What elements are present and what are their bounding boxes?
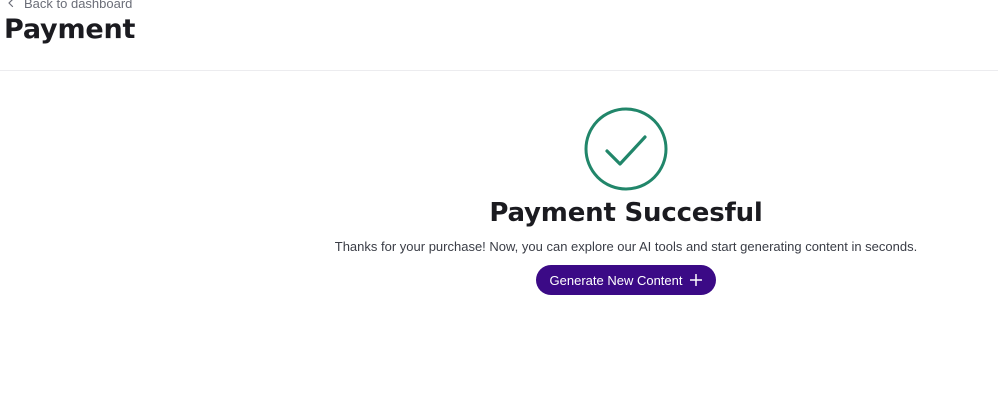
back-link-label: Back to dashboard (24, 0, 133, 11)
generate-new-content-button[interactable]: Generate New Content (535, 265, 717, 295)
page-header: Back to dashboard Payment (0, 0, 998, 71)
success-title: Payment Succesful (489, 198, 763, 228)
success-message: Thanks for your purchase! Now, you can e… (334, 239, 918, 254)
check-circle-icon (584, 107, 668, 191)
plus-icon (690, 274, 703, 286)
payment-page: Back to dashboard Payment Payment Succes… (0, 0, 998, 420)
payment-success-panel: Payment Succesful Thanks for your purcha… (326, 106, 926, 295)
page-title: Payment (4, 14, 136, 45)
chevron-left-icon (8, 0, 14, 8)
back-to-dashboard-link[interactable]: Back to dashboard (6, 0, 132, 11)
generate-button-label: Generate New Content (549, 272, 683, 288)
